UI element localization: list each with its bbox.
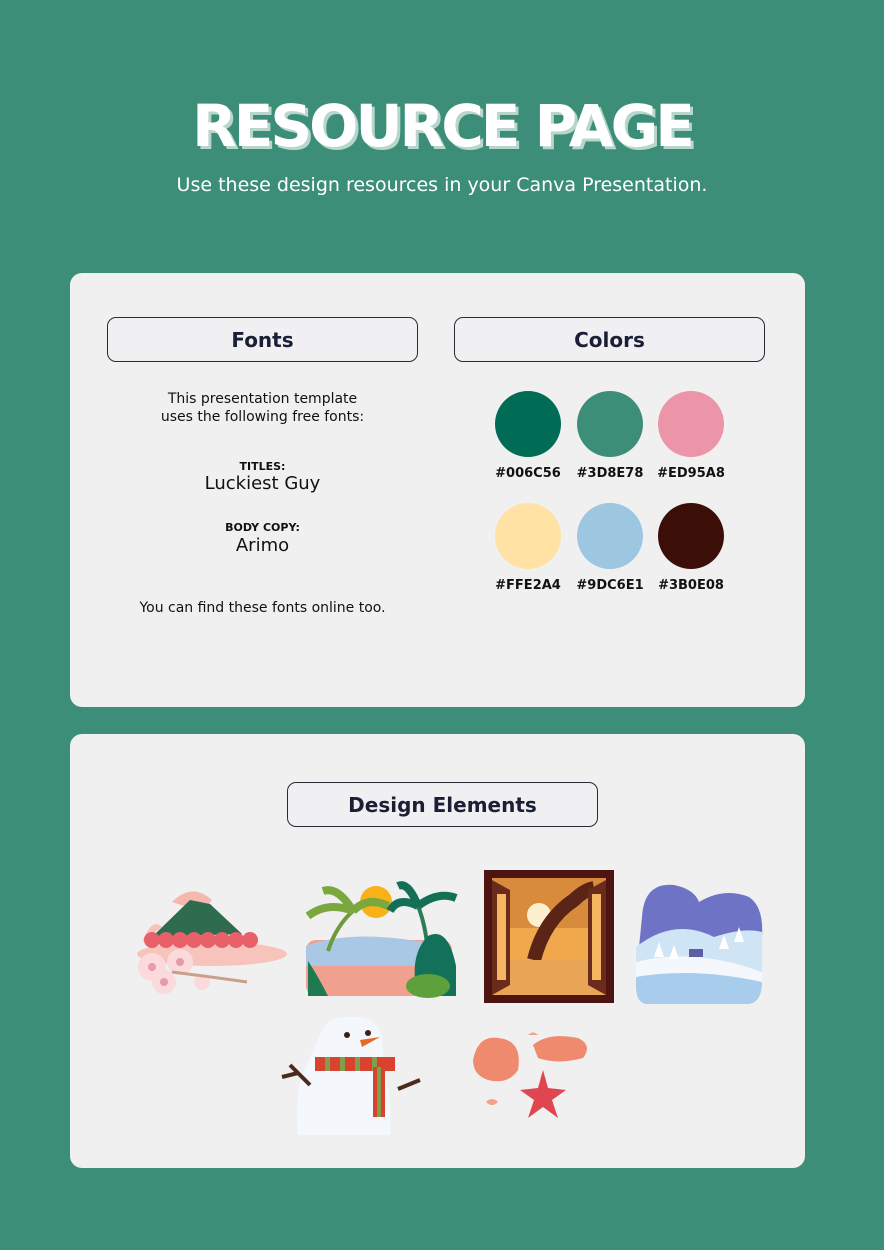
snowman-illustration [281, 1016, 421, 1135]
fonts-colors-card: Fonts Colors This presentation template … [70, 273, 805, 707]
winter-landscape-illustration [636, 884, 763, 1004]
tropical-beach-illustration [305, 881, 458, 998]
titles-label: TITLES: [239, 460, 286, 473]
fonts-intro-line2: uses the following free fonts: [160, 409, 365, 425]
color-swatch [495, 503, 561, 569]
color-hex-label: #9DC6E1 [576, 578, 644, 593]
fonts-heading: Fonts [107, 317, 418, 362]
color-hex-label: #3D8E78 [576, 466, 644, 481]
color-swatch [577, 391, 643, 457]
fonts-footer: You can find these fonts online too. [139, 600, 386, 616]
body-label: BODY COPY: [225, 521, 300, 534]
seashells-starfish-illustration [473, 1032, 587, 1118]
body-font-name: Arimo [235, 535, 290, 556]
fonts-intro-line1: This presentation template [167, 391, 358, 407]
color-hex-label: #3B0E08 [658, 578, 724, 593]
color-swatch [577, 503, 643, 569]
page-title: RESOURCE PAGE [192, 92, 695, 160]
mountain-cherry-blossom-illustration [137, 891, 287, 994]
page-subtitle: Use these design resources in your Canva… [176, 174, 708, 196]
titles-font-name: Luckiest Guy [204, 473, 321, 494]
color-hex-label: #006C56 [495, 466, 561, 481]
design-elements-heading: Design Elements [287, 782, 598, 827]
color-swatch [495, 391, 561, 457]
color-swatch [658, 503, 724, 569]
color-hex-label: #FFE2A4 [495, 578, 561, 593]
colors-heading: Colors [454, 317, 765, 362]
color-hex-label: #ED95A8 [657, 466, 725, 481]
design-elements-card: Design Elements [70, 734, 805, 1168]
autumn-window-illustration [484, 870, 614, 1003]
color-swatch [658, 391, 724, 457]
